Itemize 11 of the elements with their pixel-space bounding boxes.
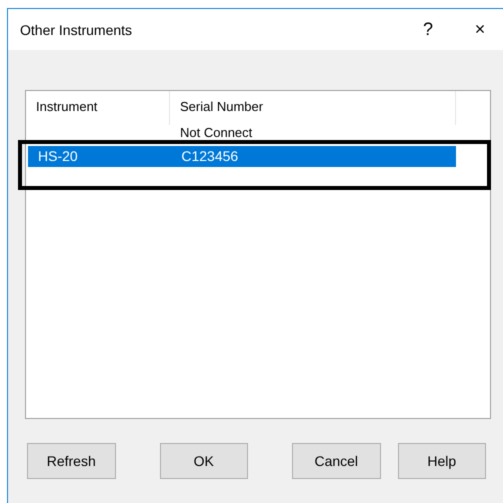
dialog-button[interactable]: Help [398, 443, 486, 479]
dialog-button[interactable]: Cancel [292, 443, 380, 479]
column-header[interactable]: Instrument [26, 91, 170, 125]
dialog-button[interactable]: Refresh [27, 443, 116, 479]
dialog-button[interactable]: OK [160, 443, 248, 479]
help-button[interactable]: ? [405, 9, 451, 50]
list-row[interactable]: Not Connect [26, 125, 490, 140]
column-header[interactable]: Serial Number [170, 91, 456, 125]
window-title: Other Instruments [20, 22, 134, 38]
close-button[interactable]: × [457, 9, 503, 50]
selected-row[interactable]: HS-20 C123456 [28, 146, 456, 167]
